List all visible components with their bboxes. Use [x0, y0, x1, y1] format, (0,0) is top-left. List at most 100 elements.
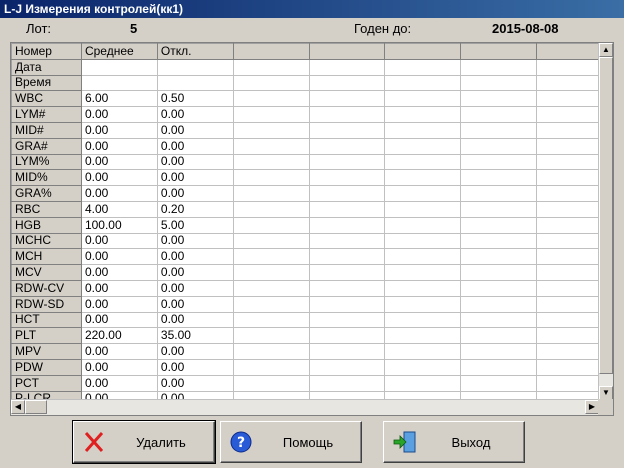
table-cell[interactable]	[384, 169, 462, 187]
table-cell[interactable]	[308, 311, 386, 329]
table-cell[interactable]: 0.00	[80, 358, 158, 376]
column-header[interactable]: Среднее	[80, 43, 158, 60]
scroll-left-icon[interactable]: ◀	[11, 400, 25, 414]
table-cell[interactable]	[384, 343, 462, 360]
table-cell[interactable]	[460, 121, 538, 139]
table-cell[interactable]: 0.00	[156, 153, 234, 171]
table-cell[interactable]	[460, 279, 538, 297]
column-header[interactable]: Номер	[11, 43, 82, 60]
scroll-right-icon[interactable]: ▶	[585, 400, 599, 414]
table-cell[interactable]	[232, 216, 310, 234]
table-cell[interactable]	[384, 374, 462, 392]
table-cell[interactable]	[384, 295, 462, 313]
table-cell[interactable]	[232, 74, 310, 92]
table-cell[interactable]	[460, 137, 538, 155]
vertical-scroll-thumb[interactable]	[599, 57, 613, 374]
table-cell[interactable]	[384, 58, 462, 76]
table-cell[interactable]: 0.00	[156, 169, 234, 187]
row-header[interactable]: WBC	[11, 90, 82, 108]
table-cell[interactable]	[308, 295, 386, 313]
table-cell[interactable]	[156, 74, 234, 92]
table-cell[interactable]: 0.00	[80, 153, 158, 171]
table-cell[interactable]	[232, 343, 310, 360]
row-header[interactable]: GRA#	[11, 137, 82, 155]
table-cell[interactable]	[460, 216, 538, 234]
row-header[interactable]: HCT	[11, 311, 82, 329]
table-cell[interactable]	[308, 153, 386, 171]
delete-button[interactable]: Удалить	[72, 420, 216, 464]
horizontal-scrollbar[interactable]: ◀ ▶	[11, 399, 599, 415]
table-cell[interactable]	[460, 248, 538, 266]
scroll-up-icon[interactable]: ▲	[599, 43, 613, 57]
row-header[interactable]: MPV	[11, 343, 82, 360]
table-cell[interactable]	[80, 74, 158, 92]
table-cell[interactable]	[232, 311, 310, 329]
row-header[interactable]: Время	[11, 74, 82, 92]
table-cell[interactable]	[232, 264, 310, 281]
table-cell[interactable]	[308, 200, 386, 218]
table-cell[interactable]	[460, 311, 538, 329]
table-cell[interactable]	[232, 374, 310, 392]
table-cell[interactable]	[232, 232, 310, 250]
table-row[interactable]: PLT 220.00 35.00	[11, 327, 613, 345]
table-cell[interactable]: 0.20	[156, 200, 234, 218]
table-cell[interactable]: 6.00	[80, 90, 158, 108]
table-cell[interactable]	[232, 327, 310, 345]
table-cell[interactable]	[384, 106, 462, 123]
table-cell[interactable]	[308, 74, 386, 92]
table-cell[interactable]	[384, 74, 462, 92]
table-row[interactable]: MCV 0.00 0.00	[11, 264, 613, 281]
table-cell[interactable]: 0.00	[156, 279, 234, 297]
table-cell[interactable]	[460, 232, 538, 250]
table-cell[interactable]	[460, 74, 538, 92]
control-table[interactable]: Номер Среднее Откл. Дата Время WBC 6.00 0.50 LYM…	[11, 43, 613, 408]
row-header[interactable]: PLT	[11, 327, 82, 345]
table-cell[interactable]	[460, 358, 538, 376]
table-cell[interactable]: 100.00	[80, 216, 158, 234]
table-cell[interactable]	[460, 169, 538, 187]
table-cell[interactable]: 0.00	[156, 374, 234, 392]
table-cell[interactable]	[308, 169, 386, 187]
table-cell[interactable]	[308, 374, 386, 392]
table-cell[interactable]	[308, 137, 386, 155]
table-row[interactable]: HGB 100.00 5.00	[11, 216, 613, 234]
row-header[interactable]: PDW	[11, 358, 82, 376]
row-header[interactable]: MCH	[11, 248, 82, 266]
table-row[interactable]: MCH 0.00 0.00	[11, 248, 613, 266]
table-cell[interactable]	[384, 232, 462, 250]
table-cell[interactable]: 0.00	[156, 137, 234, 155]
table-cell[interactable]: 4.00	[80, 200, 158, 218]
table-cell[interactable]	[384, 200, 462, 218]
table-cell[interactable]	[232, 279, 310, 297]
table-cell[interactable]	[384, 327, 462, 345]
table-cell[interactable]: 0.00	[156, 295, 234, 313]
table-cell[interactable]: 0.00	[80, 248, 158, 266]
table-cell[interactable]	[460, 327, 538, 345]
table-cell[interactable]	[460, 264, 538, 281]
table-cell[interactable]	[232, 90, 310, 108]
table-cell[interactable]: 0.00	[80, 374, 158, 392]
table-cell[interactable]: 5.00	[156, 216, 234, 234]
table-cell[interactable]	[232, 153, 310, 171]
table-cell[interactable]	[460, 90, 538, 108]
table-cell[interactable]	[460, 58, 538, 76]
row-header[interactable]: RDW-CV	[11, 279, 82, 297]
table-cell[interactable]	[460, 374, 538, 392]
table-cell[interactable]: 0.00	[80, 311, 158, 329]
table-cell[interactable]	[384, 90, 462, 108]
row-header[interactable]: GRA%	[11, 185, 82, 202]
table-cell[interactable]	[384, 185, 462, 202]
row-header[interactable]: LYM#	[11, 106, 82, 123]
column-header[interactable]	[308, 43, 386, 60]
table-row[interactable]: PDW 0.00 0.00	[11, 358, 613, 376]
table-cell[interactable]: 0.00	[156, 185, 234, 202]
table-cell[interactable]: 0.00	[80, 169, 158, 187]
table-cell[interactable]	[232, 200, 310, 218]
table-row[interactable]: MCHC 0.00 0.00	[11, 232, 613, 250]
table-row[interactable]: PCT 0.00 0.00	[11, 374, 613, 392]
table-cell[interactable]	[384, 279, 462, 297]
data-grid[interactable]: Номер Среднее Откл. Дата Время WBC 6.00 0.50 LYM…	[10, 42, 614, 416]
table-cell[interactable]	[384, 121, 462, 139]
table-cell[interactable]: 35.00	[156, 327, 234, 345]
table-row[interactable]: RBC 4.00 0.20	[11, 200, 613, 218]
